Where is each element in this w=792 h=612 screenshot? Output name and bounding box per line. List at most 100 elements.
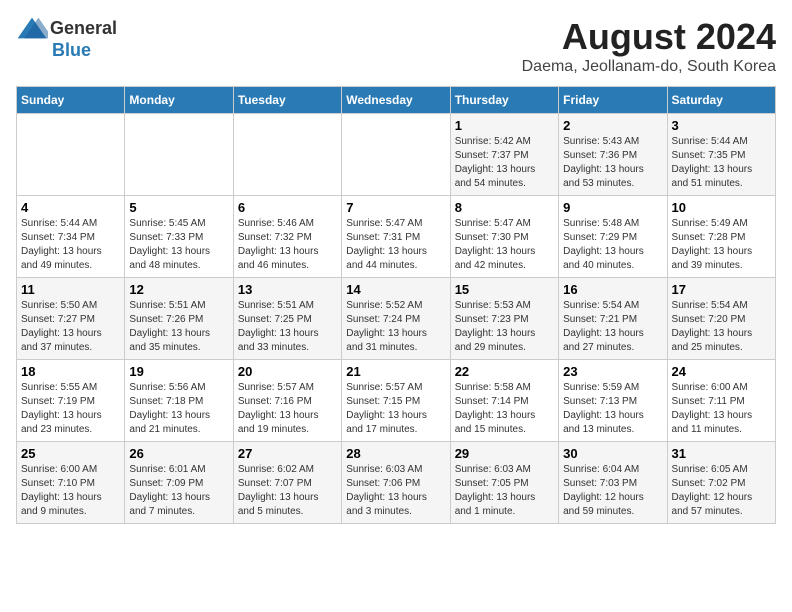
day-number: 29 [455,446,554,461]
calendar-cell-1-4 [342,114,450,196]
calendar-cell-3-7: 17 Sunrise: 5:54 AMSunset: 7:20 PMDayligh… [667,278,775,360]
weekday-header-row: SundayMondayTuesdayWednesdayThursdayFrid… [17,87,776,114]
day-number: 18 [21,364,120,379]
calendar-cell-2-2: 5 Sunrise: 5:45 AMSunset: 7:33 PMDaylight… [125,196,233,278]
day-number: 27 [238,446,337,461]
calendar-week-4: 18Sunrise: 5:55 AMSunset: 7:19 PMDayligh… [17,360,776,442]
day-info: Sunrise: 5:56 AMSunset: 7:18 PMDaylight:… [129,381,228,437]
day-number: 20 [238,364,337,379]
day-number: 5 [129,200,228,215]
day-info: Sunrise: 5:58 AMSunset: 7:14 PMDaylight:… [455,381,554,437]
day-number: 10 [672,200,771,215]
day-number: 14 [346,282,445,297]
calendar-cell-1-7: 3 Sunrise: 5:44 AMSunset: 7:35 PMDaylight… [667,114,775,196]
calendar-cell-3-4: 14 Sunrise: 5:52 AMSunset: 7:24 PMDayligh… [342,278,450,360]
day-info: Sunrise: 6:03 AMSunset: 7:05 PMDaylight:… [455,463,554,519]
day-number: 1 [455,118,554,133]
day-number: 28 [346,446,445,461]
weekday-header-monday: Monday [125,87,233,114]
weekday-header-saturday: Saturday [667,87,775,114]
day-info: Sunrise: 6:00 AMSunset: 7:11 PMDaylight:… [672,381,771,437]
logo: General Blue [16,16,117,61]
day-number: 16 [563,282,662,297]
day-number: 15 [455,282,554,297]
calendar-cell-1-6: 2 Sunrise: 5:43 AMSunset: 7:36 PMDaylight… [559,114,667,196]
day-number: 17 [672,282,771,297]
day-number: 9 [563,200,662,215]
day-number: 4 [21,200,120,215]
calendar-cell-4-6: 23 Sunrise: 5:59 AMSunset: 7:13 PMDayligh… [559,360,667,442]
day-number: 26 [129,446,228,461]
calendar-table: SundayMondayTuesdayWednesdayThursdayFrid… [16,86,776,524]
day-info: Sunrise: 5:45 AMSunset: 7:33 PMDaylight:… [129,217,228,273]
day-info: Sunrise: 5:44 AMSunset: 7:35 PMDaylight:… [672,135,771,191]
day-info: Sunrise: 5:47 AMSunset: 7:30 PMDaylight:… [455,217,554,273]
day-info: Sunrise: 5:48 AMSunset: 7:29 PMDaylight:… [563,217,662,273]
day-info: Sunrise: 6:04 AMSunset: 7:03 PMDaylight:… [563,463,662,519]
day-info: Sunrise: 6:03 AMSunset: 7:06 PMDaylight:… [346,463,445,519]
day-number: 7 [346,200,445,215]
calendar-cell-2-4: 7 Sunrise: 5:47 AMSunset: 7:31 PMDaylight… [342,196,450,278]
day-number: 6 [238,200,337,215]
calendar-week-5: 25Sunrise: 6:00 AMSunset: 7:10 PMDayligh… [17,442,776,524]
day-number: 12 [129,282,228,297]
day-info: Sunrise: 5:43 AMSunset: 7:36 PMDaylight:… [563,135,662,191]
calendar-cell-5-4: 28 Sunrise: 6:03 AMSunset: 7:06 PMDayligh… [342,442,450,524]
calendar-cell-2-7: 10Sunrise: 5:49 AMSunset: 7:28 PMDayligh… [667,196,775,278]
day-number: 13 [238,282,337,297]
day-number: 31 [672,446,771,461]
day-info: Sunrise: 5:44 AMSunset: 7:34 PMDaylight:… [21,217,120,273]
logo-general-text: General [50,18,117,39]
calendar-cell-1-1 [17,114,125,196]
day-info: Sunrise: 5:50 AMSunset: 7:27 PMDaylight:… [21,299,120,355]
calendar-cell-4-4: 21 Sunrise: 5:57 AMSunset: 7:15 PMDayligh… [342,360,450,442]
calendar-week-1: 1Sunrise: 5:42 AMSunset: 7:37 PMDaylight… [17,114,776,196]
day-info: Sunrise: 5:57 AMSunset: 7:15 PMDaylight:… [346,381,445,437]
day-info: Sunrise: 5:57 AMSunset: 7:16 PMDaylight:… [238,381,337,437]
calendar-body: 1Sunrise: 5:42 AMSunset: 7:37 PMDaylight… [17,114,776,524]
calendar-cell-2-6: 9 Sunrise: 5:48 AMSunset: 7:29 PMDaylight… [559,196,667,278]
day-number: 2 [563,118,662,133]
calendar-cell-2-1: 4 Sunrise: 5:44 AMSunset: 7:34 PMDaylight… [17,196,125,278]
calendar-cell-4-1: 18Sunrise: 5:55 AMSunset: 7:19 PMDayligh… [17,360,125,442]
weekday-header-friday: Friday [559,87,667,114]
calendar-cell-1-5: 1Sunrise: 5:42 AMSunset: 7:37 PMDaylight… [450,114,558,196]
weekday-header-thursday: Thursday [450,87,558,114]
day-number: 30 [563,446,662,461]
calendar-week-2: 4 Sunrise: 5:44 AMSunset: 7:34 PMDaylight… [17,196,776,278]
logo-blue-text: Blue [52,40,91,61]
calendar-cell-5-2: 26 Sunrise: 6:01 AMSunset: 7:09 PMDayligh… [125,442,233,524]
day-info: Sunrise: 5:52 AMSunset: 7:24 PMDaylight:… [346,299,445,355]
calendar-cell-3-5: 15 Sunrise: 5:53 AMSunset: 7:23 PMDayligh… [450,278,558,360]
calendar-cell-4-7: 24 Sunrise: 6:00 AMSunset: 7:11 PMDayligh… [667,360,775,442]
day-number: 19 [129,364,228,379]
calendar-cell-4-5: 22 Sunrise: 5:58 AMSunset: 7:14 PMDayligh… [450,360,558,442]
day-number: 24 [672,364,771,379]
calendar-cell-1-3 [233,114,341,196]
calendar-cell-4-3: 20 Sunrise: 5:57 AMSunset: 7:16 PMDayligh… [233,360,341,442]
day-info: Sunrise: 6:00 AMSunset: 7:10 PMDaylight:… [21,463,120,519]
calendar-header: SundayMondayTuesdayWednesdayThursdayFrid… [17,87,776,114]
title-area: August 2024 Daema, Jeollanam-do, South K… [522,16,776,76]
day-info: Sunrise: 5:54 AMSunset: 7:21 PMDaylight:… [563,299,662,355]
calendar-cell-3-2: 12Sunrise: 5:51 AMSunset: 7:26 PMDayligh… [125,278,233,360]
day-info: Sunrise: 5:59 AMSunset: 7:13 PMDaylight:… [563,381,662,437]
day-number: 3 [672,118,771,133]
logo-icon [16,16,48,40]
calendar-cell-1-2 [125,114,233,196]
month-title: August 2024 [522,16,776,58]
calendar-week-3: 11 Sunrise: 5:50 AMSunset: 7:27 PMDayligh… [17,278,776,360]
day-number: 11 [21,282,120,297]
day-number: 23 [563,364,662,379]
day-number: 21 [346,364,445,379]
calendar-cell-5-7: 31Sunrise: 6:05 AMSunset: 7:02 PMDayligh… [667,442,775,524]
calendar-cell-4-2: 19 Sunrise: 5:56 AMSunset: 7:18 PMDayligh… [125,360,233,442]
calendar-cell-3-3: 13 Sunrise: 5:51 AMSunset: 7:25 PMDayligh… [233,278,341,360]
day-info: Sunrise: 6:01 AMSunset: 7:09 PMDaylight:… [129,463,228,519]
day-info: Sunrise: 5:54 AMSunset: 7:20 PMDaylight:… [672,299,771,355]
weekday-header-wednesday: Wednesday [342,87,450,114]
day-info: Sunrise: 5:53 AMSunset: 7:23 PMDaylight:… [455,299,554,355]
day-info: Sunrise: 5:51 AMSunset: 7:25 PMDaylight:… [238,299,337,355]
day-info: Sunrise: 5:47 AMSunset: 7:31 PMDaylight:… [346,217,445,273]
day-number: 22 [455,364,554,379]
